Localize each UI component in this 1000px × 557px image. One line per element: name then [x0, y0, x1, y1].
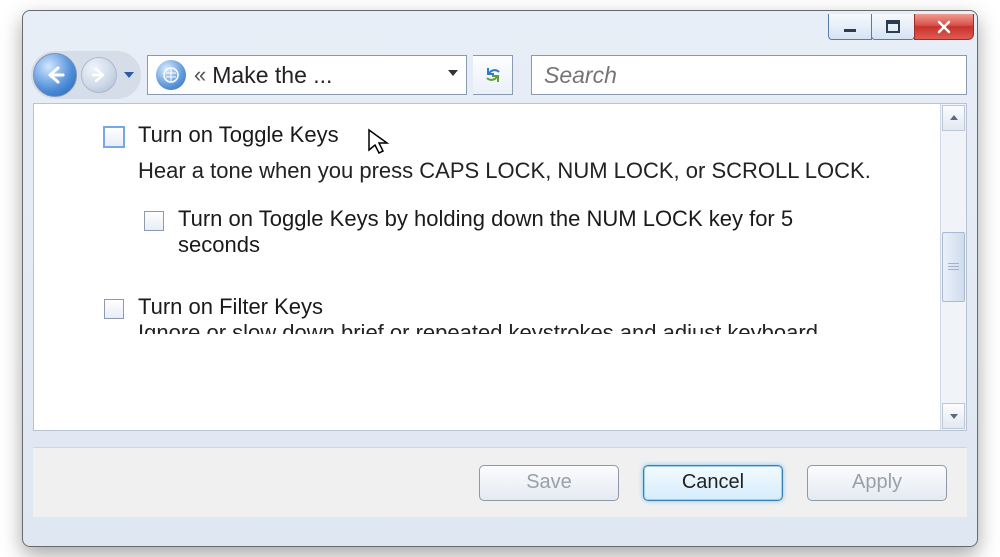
- search-box[interactable]: [531, 55, 967, 95]
- refresh-button[interactable]: [473, 55, 513, 95]
- maximize-button[interactable]: [871, 14, 915, 40]
- toggle-keys-label: Turn on Toggle Keys: [138, 122, 339, 148]
- content-panel: Turn on Toggle Keys Hear a tone when you…: [33, 103, 967, 431]
- filter-keys-description-cut: Ignore or slow down brief or repeated ke…: [138, 320, 900, 334]
- arrow-right-icon: [89, 65, 109, 85]
- options-list: Turn on Toggle Keys Hear a tone when you…: [34, 104, 940, 430]
- save-button[interactable]: Save: [479, 465, 619, 501]
- toggle-keys-numlock-checkbox[interactable]: [144, 211, 164, 231]
- refresh-icon: [482, 64, 504, 86]
- back-button[interactable]: [33, 53, 77, 97]
- filter-keys-label: Turn on Filter Keys: [138, 294, 323, 320]
- nav-cluster: [31, 51, 141, 99]
- toggle-keys-numlock-label: Turn on Toggle Keys by holding down the …: [178, 206, 848, 258]
- toggle-keys-checkbox[interactable]: [104, 127, 124, 147]
- scroll-up-button[interactable]: [942, 105, 965, 131]
- titlebar: [23, 11, 977, 47]
- close-button[interactable]: [914, 14, 974, 40]
- filter-keys-row: Turn on Filter Keys: [104, 294, 900, 320]
- recent-pages-dropdown[interactable]: [121, 67, 137, 83]
- scrollbar-track[interactable]: [941, 132, 966, 402]
- control-panel-window: « Make the ... Turn on Toggle Keys: [22, 10, 978, 547]
- scroll-down-button[interactable]: [942, 403, 965, 429]
- filter-keys-checkbox[interactable]: [104, 299, 124, 319]
- location-icon: [156, 60, 186, 90]
- apply-button[interactable]: Apply: [807, 465, 947, 501]
- breadcrumb-separator: «: [194, 62, 206, 88]
- toggle-keys-numlock-row: Turn on Toggle Keys by holding down the …: [104, 206, 900, 258]
- dialog-footer: Save Cancel Apply: [33, 447, 967, 517]
- toggle-keys-row: Turn on Toggle Keys: [104, 122, 900, 148]
- minimize-button[interactable]: [828, 14, 872, 40]
- arrow-left-icon: [43, 63, 67, 87]
- breadcrumb-text: Make the ...: [212, 62, 440, 89]
- chevron-down-icon: [948, 410, 960, 422]
- chevron-up-icon: [948, 112, 960, 124]
- cancel-button[interactable]: Cancel: [643, 465, 783, 501]
- address-bar[interactable]: « Make the ...: [147, 55, 467, 95]
- address-dropdown[interactable]: [440, 65, 466, 86]
- toggle-keys-description: Hear a tone when you press CAPS LOCK, NU…: [138, 158, 900, 184]
- navigation-bar: « Make the ...: [23, 47, 977, 103]
- vertical-scrollbar[interactable]: [940, 104, 966, 430]
- chevron-down-icon: [445, 65, 461, 81]
- chevron-down-icon: [122, 68, 136, 82]
- close-icon: [936, 19, 952, 35]
- scrollbar-thumb[interactable]: [942, 232, 965, 302]
- maximize-icon: [886, 20, 900, 34]
- minimize-icon: [843, 20, 857, 34]
- forward-button[interactable]: [81, 57, 117, 93]
- search-input[interactable]: [542, 61, 956, 90]
